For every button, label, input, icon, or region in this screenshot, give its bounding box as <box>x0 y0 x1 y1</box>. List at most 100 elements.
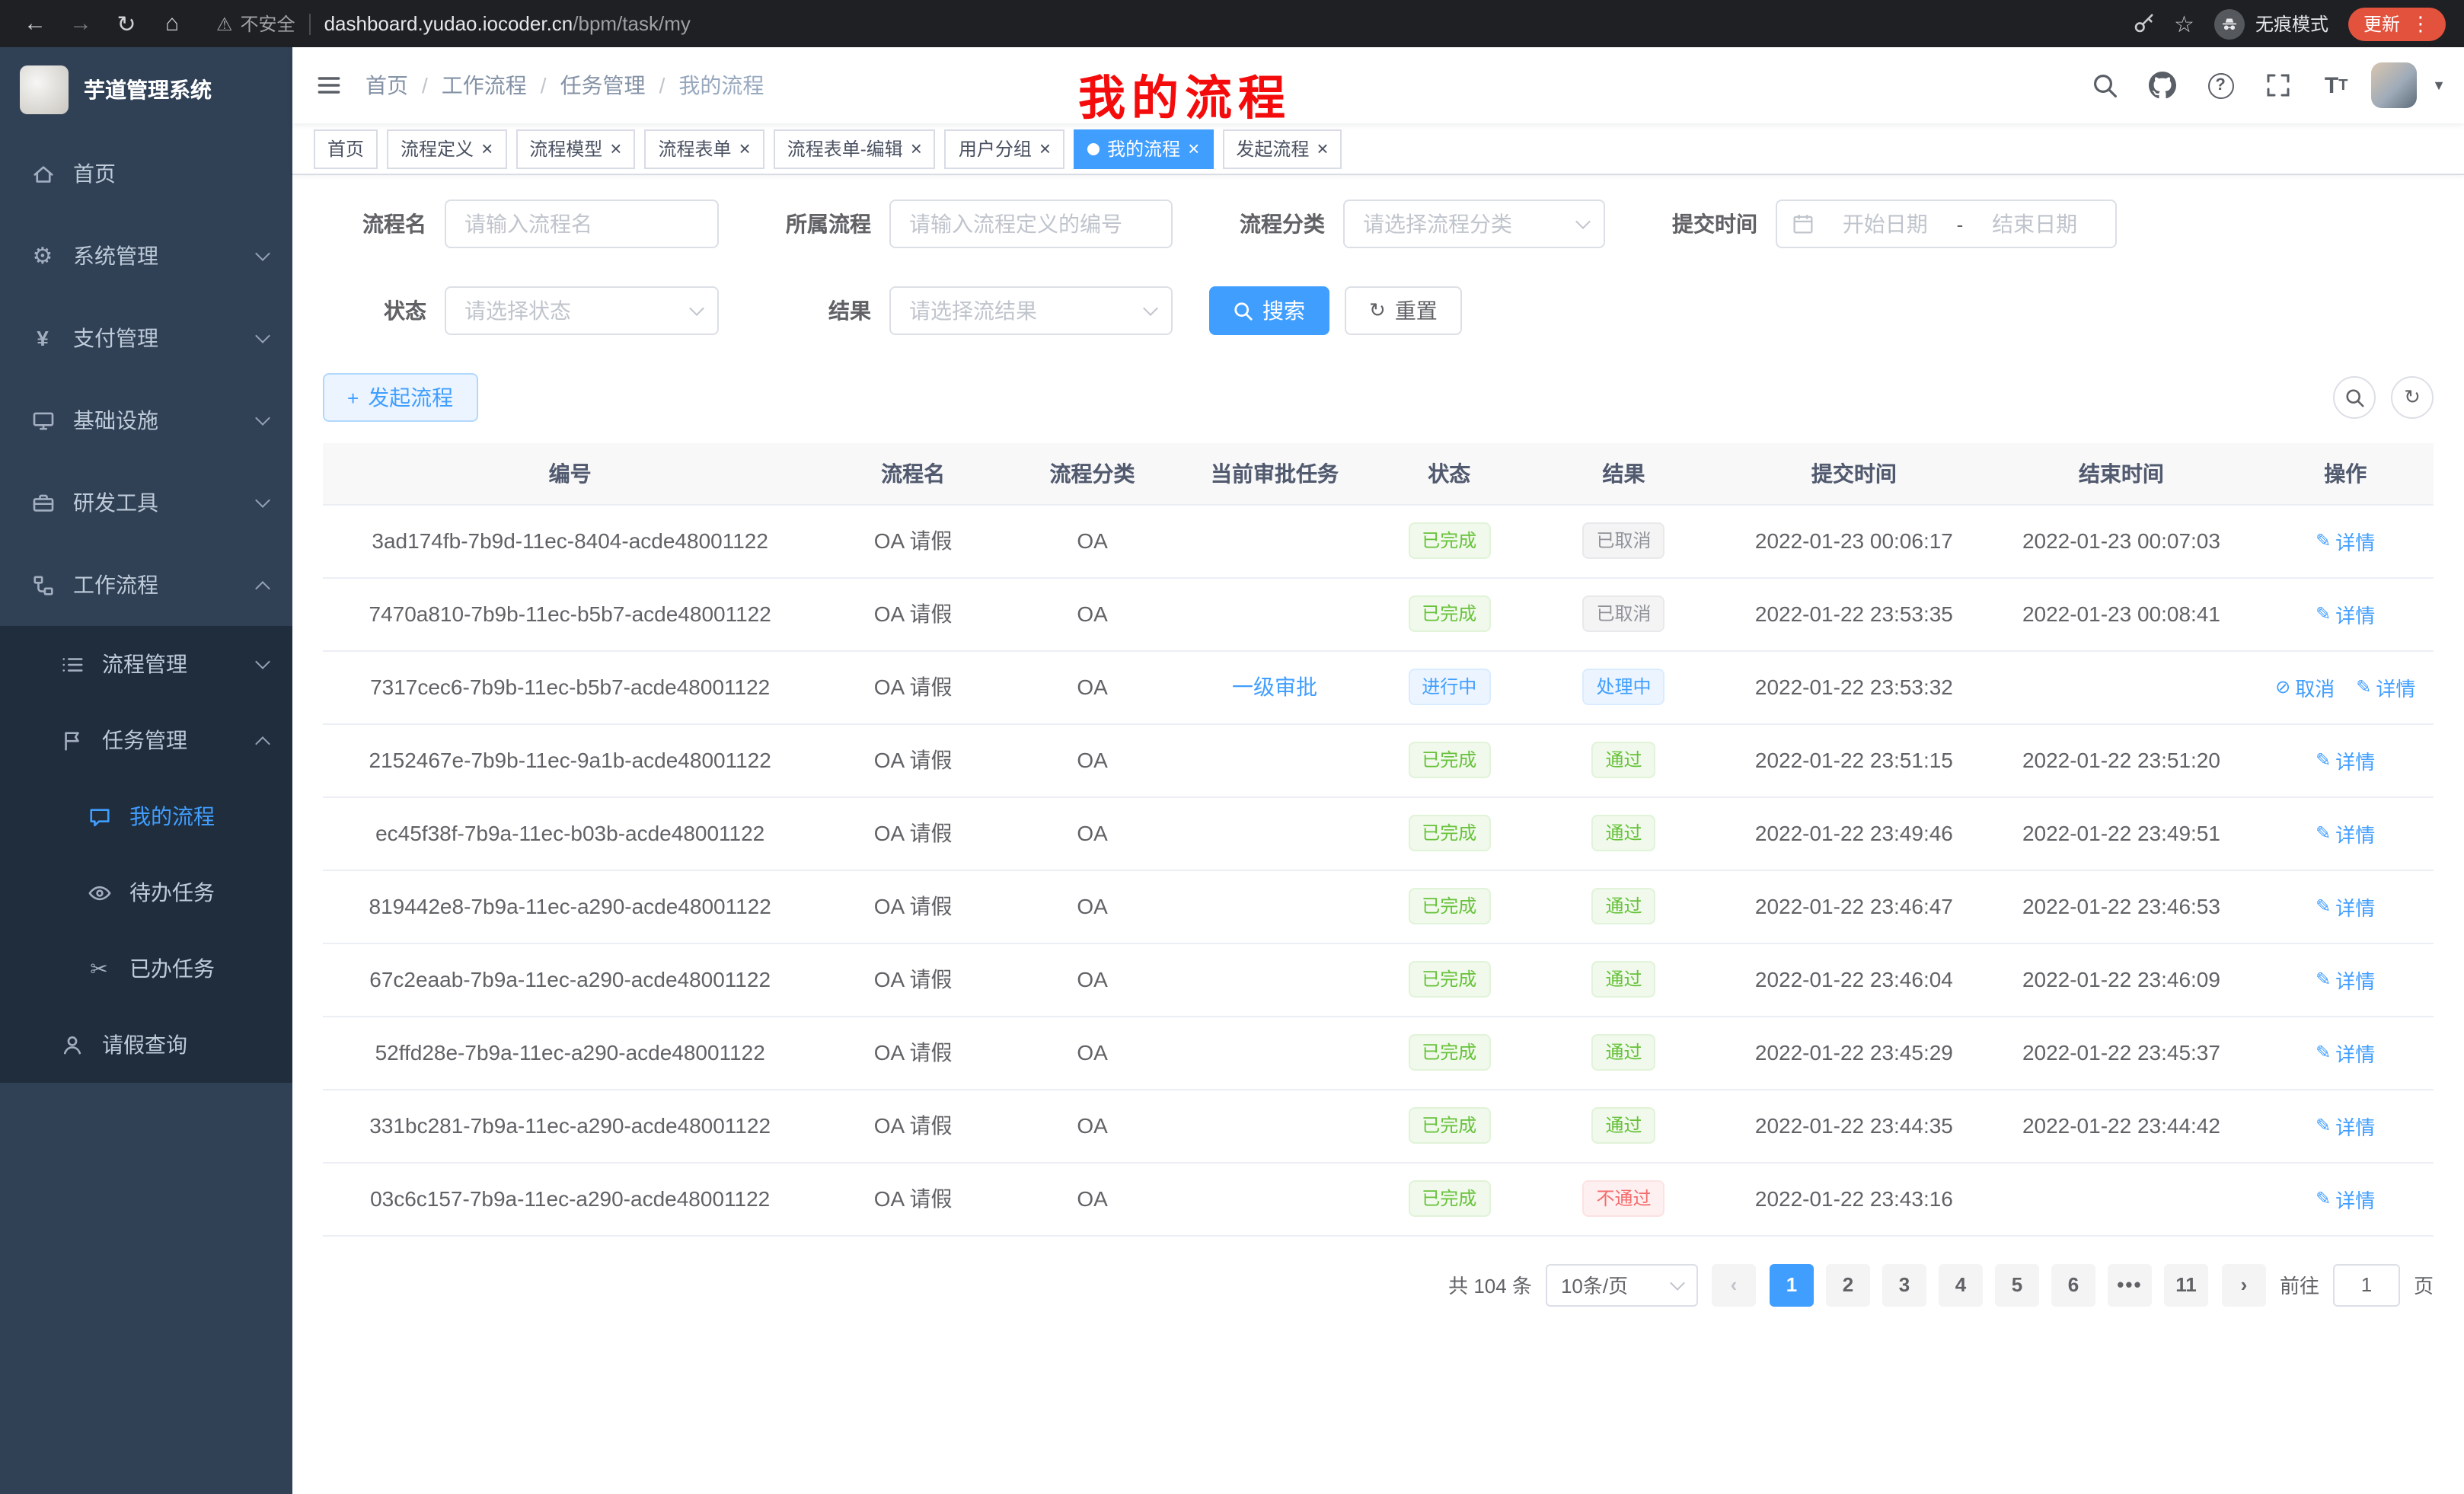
detail-action[interactable]: ✎详情 <box>2316 745 2375 774</box>
fullscreen-button[interactable] <box>2255 58 2301 113</box>
cancel-action[interactable]: ⊘取消 <box>2275 672 2335 701</box>
bookmark-star-icon[interactable]: ☆ <box>2174 10 2194 37</box>
browser-menu-icon[interactable]: ⋮ <box>2411 11 2430 36</box>
detail-action[interactable]: ✎详情 <box>2316 599 2375 628</box>
detail-action[interactable]: ✎详情 <box>2316 526 2375 555</box>
next-page-button[interactable]: › <box>2222 1263 2266 1306</box>
tab-process-form-edit[interactable]: 流程表单-编辑 × <box>774 129 936 168</box>
chevron-down-icon[interactable]: ▼ <box>2432 78 2446 93</box>
close-icon[interactable]: × <box>1317 139 1328 158</box>
help-icon[interactable]: ? <box>2197 58 2243 113</box>
toggle-search-button[interactable] <box>2333 376 2376 419</box>
pagination-ellipsis[interactable]: ••• <box>2108 1263 2152 1306</box>
detail-action[interactable]: ✎详情 <box>2316 1184 2375 1213</box>
submit-time-range-picker[interactable]: 开始日期 - 结束日期 <box>1776 200 2117 248</box>
tab-my-process[interactable]: 我的流程× <box>1074 129 1213 168</box>
breadcrumb-home[interactable]: 首页 <box>365 70 408 101</box>
app-logo <box>20 65 69 114</box>
browser-home-button[interactable]: ⌂ <box>152 4 192 43</box>
process-def-input[interactable] <box>889 200 1173 248</box>
browser-forward-button[interactable]: → <box>61 4 101 43</box>
page-button-3[interactable]: 3 <box>1882 1263 1926 1306</box>
detail-action[interactable]: ✎详情 <box>2316 1038 2375 1067</box>
tab-process-model[interactable]: 流程模型× <box>515 129 635 168</box>
chevron-down-icon <box>255 328 270 343</box>
detail-action[interactable]: ✎详情 <box>2316 892 2375 921</box>
sidebar-item-todo-task[interactable]: 待办任务 <box>0 854 292 931</box>
sidebar-item-process-mgmt[interactable]: 流程管理 <box>0 626 292 702</box>
cell-category: OA <box>1009 1016 1176 1089</box>
page-button-4[interactable]: 4 <box>1939 1263 1983 1306</box>
font-size-button[interactable]: TT <box>2313 58 2359 113</box>
sidebar-item-leave-query[interactable]: 请假查询 <box>0 1007 292 1083</box>
tab-process-definition[interactable]: 流程定义× <box>387 129 506 168</box>
browser-back-button[interactable]: ← <box>15 4 55 43</box>
security-chip[interactable]: ⚠ 不安全 <box>216 11 295 37</box>
close-icon[interactable]: × <box>1039 139 1051 158</box>
cell-current-task <box>1176 1089 1374 1162</box>
status-select[interactable]: 请选择状态 <box>445 286 719 335</box>
sidebar-item-home[interactable]: 首页 <box>0 132 292 215</box>
page-button-11[interactable]: 11 <box>2164 1263 2208 1306</box>
reset-button[interactable]: ↻ 重置 <box>1345 286 1462 335</box>
page-button-1[interactable]: 1 <box>1770 1263 1814 1306</box>
detail-action[interactable]: ✎详情 <box>2356 672 2415 701</box>
breadcrumb-workflow[interactable]: 工作流程 <box>442 70 527 101</box>
sidebar-item-task-mgmt[interactable]: 任务管理 <box>0 702 292 778</box>
header-search-button[interactable] <box>2082 58 2127 113</box>
page-button-2[interactable]: 2 <box>1826 1263 1870 1306</box>
incognito-icon <box>2214 8 2245 39</box>
sidebar-item-payment[interactable]: ¥支付管理 <box>0 297 292 379</box>
process-name-input[interactable] <box>445 200 719 248</box>
breadcrumb-current: 我的流程 <box>678 70 764 101</box>
cell-end-time <box>1985 1162 2257 1235</box>
sidebar-item-workflow[interactable]: 工作流程 <box>0 544 292 626</box>
goto-suffix: 页 <box>2414 1270 2434 1299</box>
close-icon[interactable]: × <box>739 139 751 158</box>
refresh-button[interactable]: ↻ <box>2391 376 2434 419</box>
close-icon[interactable]: × <box>610 139 621 158</box>
goto-page-input[interactable] <box>2333 1263 2400 1306</box>
password-key-icon[interactable] <box>2131 12 2154 35</box>
sidebar-item-dev-tools[interactable]: 研发工具 <box>0 461 292 544</box>
tab-home[interactable]: 首页 <box>314 129 378 168</box>
browser-update-button[interactable]: 更新 ⋮ <box>2348 7 2446 40</box>
cell-result: 通过 <box>1525 1089 1723 1162</box>
browser-reload-button[interactable]: ↻ <box>107 4 146 43</box>
sidebar-item-infrastructure[interactable]: 基础设施 <box>0 379 292 461</box>
page-button-6[interactable]: 6 <box>2051 1263 2095 1306</box>
sidebar-item-done-task[interactable]: ✂已办任务 <box>0 931 292 1007</box>
status-tag: 进行中 <box>1408 669 1490 705</box>
tab-create-process[interactable]: 发起流程× <box>1222 129 1342 168</box>
prev-page-button[interactable]: ‹ <box>1712 1263 1756 1306</box>
detail-action[interactable]: ✎详情 <box>2316 819 2375 848</box>
user-avatar[interactable] <box>2371 62 2417 108</box>
search-button[interactable]: 搜索 <box>1209 286 1329 335</box>
address-bar[interactable]: ⚠ 不安全 dashboard.yudao.iocoder.cn/bpm/tas… <box>216 11 2125 37</box>
sidebar-item-my-process[interactable]: 我的流程 <box>0 778 292 854</box>
close-icon[interactable]: × <box>911 139 922 158</box>
sidebar-toggle-button[interactable] <box>292 47 365 123</box>
current-task-link[interactable]: 一级审批 <box>1232 675 1317 699</box>
breadcrumb-task-mgmt[interactable]: 任务管理 <box>560 70 646 101</box>
sidebar-item-system[interactable]: ⚙系统管理 <box>0 215 292 297</box>
app-logo-row[interactable]: 芋道管理系统 <box>0 47 292 132</box>
category-select[interactable]: 请选择流程分类 <box>1343 200 1605 248</box>
tab-label: 流程表单-编辑 <box>787 136 903 161</box>
create-process-button[interactable]: + 发起流程 <box>323 373 477 422</box>
tags-view: 首页流程定义×流程模型×流程表单×流程表单-编辑×用户分组×我的流程×发起流程× <box>292 123 2464 175</box>
result-select[interactable]: 请选择流结果 <box>889 286 1173 335</box>
cell-end-time: 2022-01-22 23:51:20 <box>1985 723 2257 796</box>
tab-process-form[interactable]: 流程表单× <box>644 129 764 168</box>
close-icon[interactable]: × <box>481 139 493 158</box>
page-size-select[interactable]: 10条/页 <box>1546 1263 1698 1306</box>
github-icon[interactable] <box>2140 58 2185 113</box>
filter-submit-time: 提交时间 开始日期 - 结束日期 <box>1642 200 2117 248</box>
page-button-5[interactable]: 5 <box>1995 1263 2039 1306</box>
detail-action[interactable]: ✎详情 <box>2316 965 2375 994</box>
close-icon[interactable]: × <box>1188 139 1199 158</box>
tab-user-group[interactable]: 用户分组× <box>945 129 1064 168</box>
cell-end-time: 2022-01-22 23:49:51 <box>1985 796 2257 870</box>
cell-actions: ✎详情 <box>2258 1016 2434 1089</box>
detail-action[interactable]: ✎详情 <box>2316 1111 2375 1140</box>
